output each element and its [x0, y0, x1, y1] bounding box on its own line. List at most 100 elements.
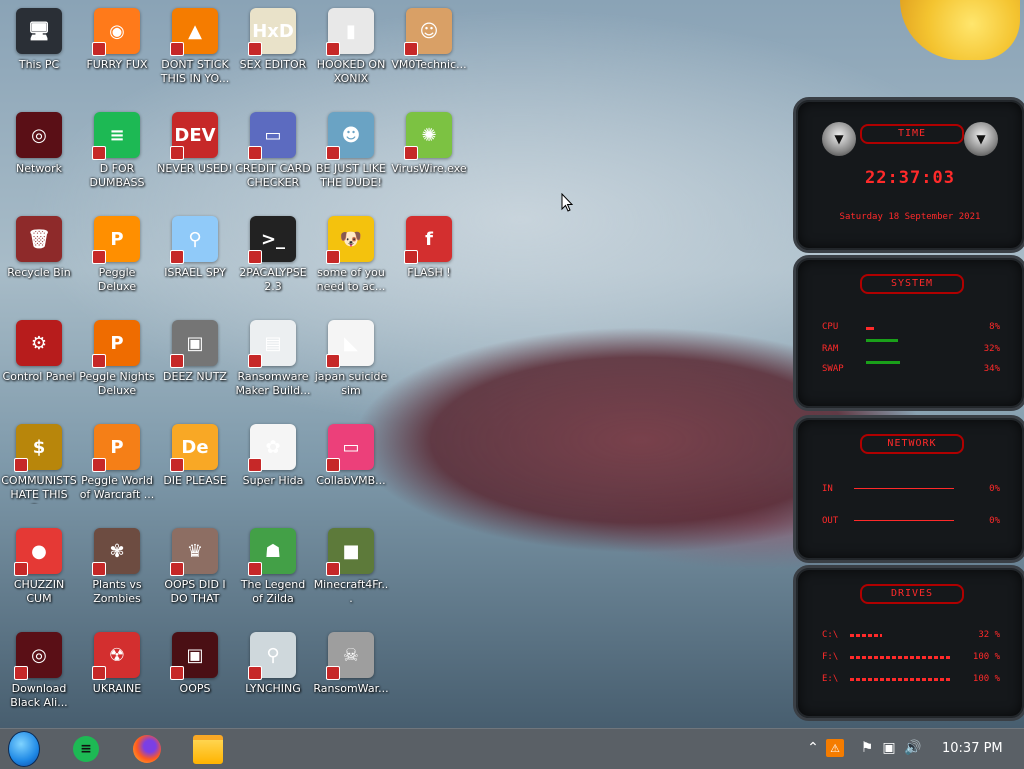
shortcut-overlay-icon	[248, 354, 262, 368]
desktop-icon[interactable]: ☢ UKRAINE	[78, 628, 156, 730]
desktop-icon[interactable]: ✺ VirusWire.exe	[390, 108, 468, 210]
desktop-icon[interactable]: De DIE PLEASE	[156, 420, 234, 522]
network-title: NETWORK	[860, 434, 964, 454]
desktop-icon[interactable]: ◎ Download Black Ali...	[0, 628, 78, 730]
desktop-icon-label: Peggle Deluxe	[97, 266, 137, 293]
shortcut-overlay-icon	[404, 250, 418, 264]
app-icon: $	[14, 424, 62, 472]
desktop-icon[interactable]: 🗑 Recycle Bin	[0, 212, 78, 314]
app-icon: P	[92, 320, 140, 368]
desktop-icon-label: DONT STICK THIS IN YO...	[160, 58, 230, 85]
shortcut-overlay-icon	[326, 354, 340, 368]
chevron-up-icon[interactable]: ⌃	[804, 739, 822, 757]
desktop-icon[interactable]: ◣ japan suicide sim	[312, 316, 390, 418]
desktop-icon[interactable]: 🖥 This PC	[0, 4, 78, 106]
desktop-icon-label: 2PACALYPSE 2.3	[239, 266, 307, 293]
app-icon: ▲	[170, 8, 218, 56]
start-orb-icon[interactable]	[8, 731, 40, 767]
taskbar-clock[interactable]: 10:37 PM	[942, 741, 1003, 756]
shortcut-overlay-icon	[92, 458, 106, 472]
desktop-icon-label: FURRY FUX	[86, 58, 148, 71]
shortcut-overlay-icon	[248, 666, 262, 680]
file-explorer-icon[interactable]	[192, 733, 224, 765]
desktop-icon[interactable]: ☗ The Legend of Zilda	[234, 524, 312, 626]
desktop-icon-label: NEVER USED!	[157, 162, 233, 175]
desktop-icon-label: D FOR DUMBASS	[89, 162, 145, 189]
app-icon: ☺	[404, 8, 452, 56]
desktop-icon[interactable]: ▮ HOOKED ON XONIX	[312, 4, 390, 106]
desktop-icon-label: RansomWar...	[313, 682, 389, 695]
swap-label: SWAP	[822, 364, 844, 374]
shortcut-overlay-icon	[326, 458, 340, 472]
drive-c-label: C:\	[822, 630, 839, 640]
shortcut-overlay-icon	[14, 666, 28, 680]
desktop-icon-label: Recycle Bin	[7, 266, 71, 279]
desktop-icon[interactable]: ♛ OOPS DID I DO THAT	[156, 524, 234, 626]
desktop-icon[interactable]: P Peggle Nights Deluxe	[78, 316, 156, 418]
desktop-icon[interactable]: P Peggle Deluxe	[78, 212, 156, 314]
shortcut-overlay-icon	[14, 458, 28, 472]
app-icon: ✺	[404, 112, 452, 160]
app-icon: 🖥	[16, 8, 62, 54]
desktop-icon[interactable]: DEV NEVER USED!	[156, 108, 234, 210]
desktop-icon[interactable]: ☠ RansomWar...	[312, 628, 390, 730]
update-icon[interactable]: ⚠	[826, 739, 844, 757]
shortcut-overlay-icon	[170, 42, 184, 56]
network-out-value: 0%	[989, 516, 1000, 526]
desktop-icon[interactable]: f FLASH !	[390, 212, 468, 314]
shortcut-overlay-icon	[170, 666, 184, 680]
system-title: SYSTEM	[860, 274, 964, 294]
desktop-icon[interactable]: ◎ Network	[0, 108, 78, 210]
app-icon: ▣	[170, 632, 218, 680]
desktop-icon[interactable]: ⚲ ISRAEL SPY	[156, 212, 234, 314]
desktop-icon-label: VM0Technic...	[391, 58, 467, 71]
shortcut-overlay-icon	[248, 146, 262, 160]
desktop-icon[interactable]: P Peggle World of Warcraft ...	[78, 420, 156, 522]
volume-icon[interactable]: 🔊	[904, 739, 922, 757]
desktop-icon[interactable]: >_ 2PACALYPSE 2.3	[234, 212, 312, 314]
desktop-icon[interactable]: ● CHUZZIN CUM	[0, 524, 78, 626]
desktop-icon[interactable]: 🐶 some of you need to ac...	[312, 212, 390, 314]
network-in-graph	[854, 488, 954, 489]
cpu-value: 8%	[989, 322, 1000, 332]
desktop-icon[interactable]: HxD SEX EDITOR	[234, 4, 312, 106]
desktop-icon[interactable]: ■ Minecraft4Fr...	[312, 524, 390, 626]
desktop-icon-label: CREDIT CARD CHECKER	[235, 162, 311, 189]
desktop-icon[interactable]: ▤ Ransomware Maker Build...	[234, 316, 312, 418]
desktop-icon-label: Peggle World of Warcraft ...	[79, 474, 155, 501]
drive-c-value: 32 %	[978, 630, 1000, 640]
shortcut-overlay-icon	[92, 562, 106, 576]
shortcut-overlay-icon	[326, 562, 340, 576]
shortcut-overlay-icon	[92, 354, 106, 368]
shortcut-overlay-icon	[170, 146, 184, 160]
desktop-icon[interactable]: ☻ BE JUST LIKE THE DUDE!	[312, 108, 390, 210]
notes-app-icon[interactable]: ≡	[70, 733, 102, 765]
app-icon: P	[92, 216, 140, 264]
desktop-icon[interactable]: ☺ VM0Technic...	[390, 4, 468, 106]
shortcut-overlay-icon	[248, 458, 262, 472]
firefox-icon[interactable]	[131, 733, 163, 765]
desktop-icon[interactable]: ⚲ LYNCHING	[234, 628, 312, 730]
shortcut-overlay-icon	[248, 250, 262, 264]
desktop-icon[interactable]: ✾ Plants vs Zombies	[78, 524, 156, 626]
app-icon: ✾	[92, 528, 140, 576]
flag-icon[interactable]: ⚑	[858, 739, 876, 757]
app-icon: ◎	[16, 112, 62, 158]
desktop-icon[interactable]: ▭ CollabVMB...	[312, 420, 390, 522]
desktop-icon[interactable]: ▭ CREDIT CARD CHECKER	[234, 108, 312, 210]
desktop-icon[interactable]: ▣ DEEZ NUTZ	[156, 316, 234, 418]
desktop-icon[interactable]: ▲ DONT STICK THIS IN YO...	[156, 4, 234, 106]
desktop-icon[interactable]: ◉ FURRY FUX	[78, 4, 156, 106]
shortcut-overlay-icon	[404, 42, 418, 56]
drive-e-label: E:\	[822, 674, 839, 684]
desktop-icon[interactable]: ▣ OOPS	[156, 628, 234, 730]
desktop-icon[interactable]: $COMMUNISTS HATE THIS G...	[0, 420, 78, 522]
shortcut-overlay-icon	[170, 458, 184, 472]
shortcut-overlay-icon	[92, 250, 106, 264]
desktop-icon-label: Peggle Nights Deluxe	[79, 370, 155, 397]
network-icon[interactable]: ▣	[880, 739, 898, 757]
desktop-icon[interactable]: ✿ Super Hida	[234, 420, 312, 522]
desktop-icon[interactable]: ⚙ Control Panel	[0, 316, 78, 418]
drive-e-value: 100 %	[972, 674, 1000, 684]
desktop-icon[interactable]: ≡ D FOR DUMBASS	[78, 108, 156, 210]
